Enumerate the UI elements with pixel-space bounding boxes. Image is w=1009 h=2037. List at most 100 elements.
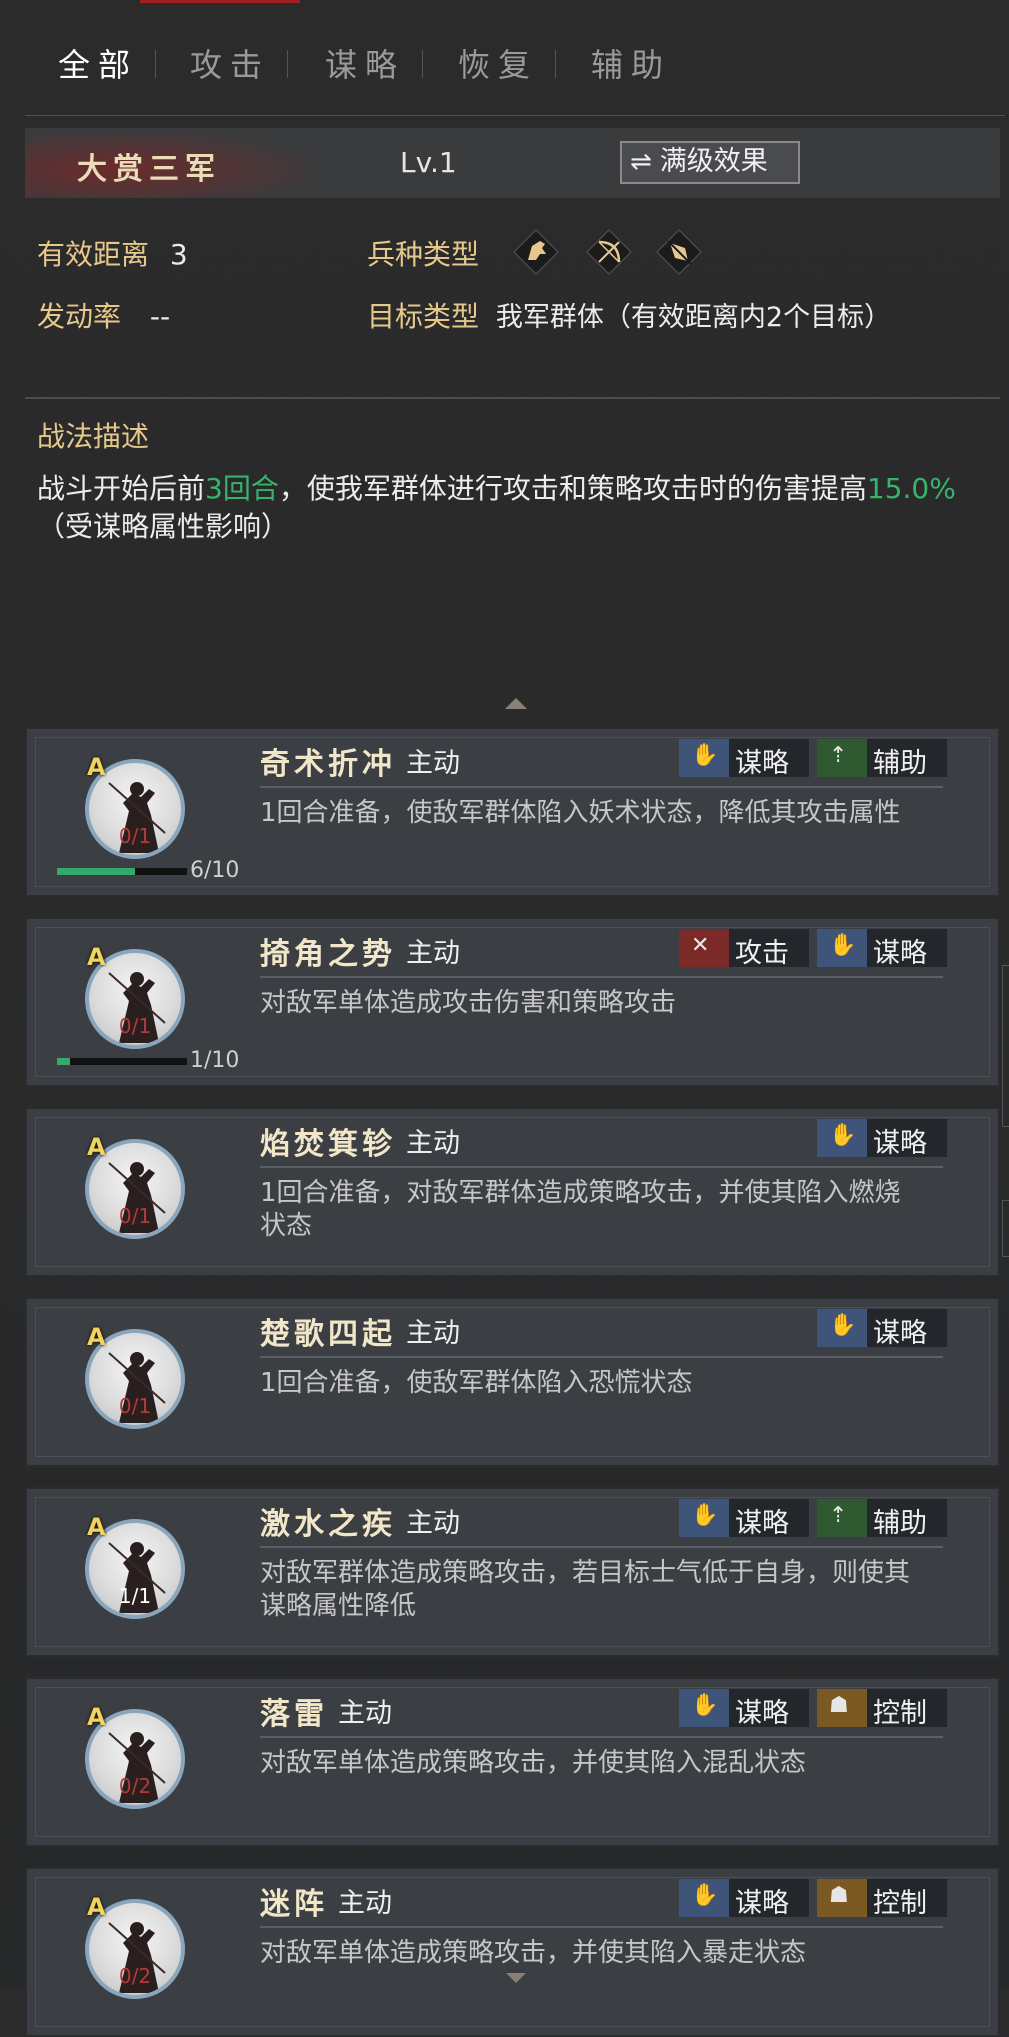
- tag-strategy: ✋ 谋略: [679, 739, 809, 779]
- skill-type: 主动: [406, 1508, 460, 1539]
- attack-icon: ✕: [679, 929, 729, 967]
- tab-support[interactable]: 辅助: [591, 40, 671, 86]
- skill-card[interactable]: A 0/2 迷阵 主动 ✋ 谋略 ☗ 控制 对敌军单体造成策略攻击，并使其陷入暴走状态: [25, 1867, 1000, 2037]
- skill-card[interactable]: A 0/1 1/10 掎角之势 主动 ✕ 攻击 ✋ 谋略 对敌军单体造成攻击伤害和策略攻击: [25, 917, 1000, 1087]
- skill-card[interactable]: A 0/1 焰焚箕轸 主动 ✋ 谋略 1回合准备，对敌军群体造成策略攻击，并使其陷入燃烧状态: [25, 1107, 1000, 1277]
- card-divider: [260, 1546, 943, 1548]
- tab-divider: [422, 50, 423, 78]
- tab-divider: [555, 50, 556, 78]
- usage-count: 0/1: [118, 1204, 152, 1228]
- skill-title: 掎角之势: [260, 937, 396, 972]
- skill-title: 焰焚箕轸: [260, 1127, 396, 1162]
- grade-badge: A: [87, 943, 106, 971]
- strategy-glyph: ✋: [829, 933, 857, 958]
- strategy-glyph: ✋: [829, 1313, 857, 1338]
- skill-title: 激水之疾: [260, 1507, 396, 1542]
- tag-support: ⇡ 辅助: [817, 1499, 947, 1539]
- target-type-label: 目标类型: [367, 300, 480, 333]
- tag-attack: ✕ 攻击: [679, 929, 809, 969]
- desc-highlight-rounds: 3回合: [205, 472, 279, 505]
- collapse-up-icon[interactable]: [505, 698, 527, 709]
- desc-text-2: ，使我军群体进行攻击和策略攻击时的伤害提高: [278, 472, 867, 505]
- control-icon: ☗: [817, 1879, 867, 1917]
- tag-strategy: ✋ 谋略: [679, 1879, 809, 1919]
- strategy-glyph: ✋: [691, 1883, 719, 1908]
- rate-label: 发动率: [37, 300, 122, 333]
- tag-label: 谋略: [873, 938, 927, 969]
- support-icon: ⇡: [817, 1499, 867, 1537]
- description-title: 战法描述: [37, 420, 150, 453]
- category-tabs: 全部 攻击 谋略 恢复 辅助: [25, 0, 1005, 116]
- strategy-icon: ✋: [817, 1119, 867, 1157]
- usage-count: 0/2: [118, 1774, 152, 1798]
- max-level-effect-label: 满级效果: [659, 146, 768, 177]
- skill-title: 落雷: [260, 1697, 328, 1732]
- skill-description: 1回合准备，对敌军群体造成策略攻击，并使其陷入燃烧状态: [260, 1178, 901, 1241]
- progress-bar: [57, 868, 187, 875]
- grade-badge: A: [87, 1703, 106, 1731]
- support-glyph: ⇡: [829, 1503, 848, 1528]
- tag-label: 辅助: [873, 748, 927, 779]
- usage-count: 0/1: [118, 1014, 152, 1038]
- tag-label: 控制: [873, 1888, 927, 1919]
- tag-label: 控制: [873, 1698, 927, 1729]
- usage-count: 0/1: [118, 1394, 152, 1418]
- tag-label: 谋略: [735, 1508, 789, 1539]
- progress-fill: [57, 868, 135, 875]
- max-level-effect-button[interactable]: ⇌ 满级效果: [620, 141, 800, 184]
- distance-value: 3: [169, 238, 188, 271]
- distance-label: 有效距离: [37, 238, 150, 271]
- side-panel-edge: [1002, 965, 1009, 1127]
- progress-text: 6/10: [190, 858, 240, 883]
- scroll-down-icon[interactable]: [506, 1973, 526, 1983]
- tab-attack[interactable]: 攻击: [190, 40, 270, 86]
- usage-count: 0/2: [118, 1964, 152, 1988]
- section-divider: [25, 397, 1000, 399]
- swap-icon: ⇌: [630, 147, 652, 177]
- tag-strategy: ✋ 谋略: [817, 1309, 947, 1349]
- tag-control: ☗ 控制: [817, 1689, 947, 1729]
- strategy-icon: ✋: [817, 929, 867, 967]
- control-icon: ☗: [817, 1689, 867, 1727]
- skill-description: 对敌军单体造成策略攻击，并使其陷入暴走状态: [260, 1938, 807, 1968]
- desc-highlight-percent: 15.0%: [866, 472, 956, 505]
- skill-type: 主动: [406, 1318, 460, 1349]
- tab-all[interactable]: 全部: [58, 40, 138, 86]
- grade-badge: A: [87, 1323, 106, 1351]
- skill-card[interactable]: A 1/1 激水之疾 主动 ✋ 谋略 ⇡ 辅助 对敌军群体造成策略攻击，若目标士气低于自身，则使…: [25, 1487, 1000, 1657]
- tag-control: ☗ 控制: [817, 1879, 947, 1919]
- strategy-icon: ✋: [679, 1689, 729, 1727]
- card-divider: [260, 786, 943, 788]
- card-divider: [260, 1926, 943, 1928]
- skill-card[interactable]: A 0/1 6/10 奇术折冲 主动 ✋ 谋略 ⇡ 辅助 1回合准备，使敌军群体陷入妖术状态，降低…: [25, 727, 1000, 897]
- grade-badge: A: [87, 1133, 106, 1161]
- skill-card[interactable]: A 0/2 落雷 主动 ✋ 谋略 ☗ 控制 对敌军单体造成策略攻击，并使其陷入混乱状态: [25, 1677, 1000, 1847]
- support-icon: ⇡: [817, 739, 867, 777]
- skill-type: 主动: [406, 938, 460, 969]
- tab-recovery[interactable]: 恢复: [458, 40, 538, 86]
- progress-text: 1/10: [190, 1048, 240, 1073]
- tag-support: ⇡ 辅助: [817, 739, 947, 779]
- control-glyph: ☗: [829, 1883, 849, 1908]
- tag-strategy: ✋ 谋略: [679, 1689, 809, 1729]
- troop-type-row: 兵种类型: [367, 233, 479, 273]
- card-divider: [260, 1356, 943, 1358]
- skill-name: 大赏三军: [77, 152, 221, 187]
- rate-row: 发动率 --: [37, 295, 170, 335]
- attack-glyph: ✕: [691, 933, 710, 958]
- card-divider: [260, 1166, 943, 1168]
- tag-strategy: ✋ 谋略: [817, 929, 947, 969]
- skill-type: 主动: [338, 1888, 392, 1919]
- usage-count: 1/1: [118, 1584, 152, 1608]
- tab-strategy[interactable]: 谋略: [325, 40, 405, 86]
- skill-card[interactable]: A 0/1 楚歌四起 主动 ✋ 谋略 1回合准备，使敌军群体陷入恐慌状态: [25, 1297, 1000, 1467]
- skill-description: 1回合准备，使敌军群体陷入妖术状态，降低其攻击属性: [260, 798, 901, 828]
- usage-count: 0/1: [118, 824, 152, 848]
- spear-icon: [656, 229, 702, 275]
- skill-level: Lv.1: [400, 146, 457, 179]
- progress-bar: [57, 1058, 187, 1065]
- grade-badge: A: [87, 1893, 106, 1921]
- strategy-glyph: ✋: [829, 1123, 857, 1148]
- desc-text-3: （受谋略属性影响）: [37, 510, 290, 543]
- strategy-icon: ✋: [679, 1499, 729, 1537]
